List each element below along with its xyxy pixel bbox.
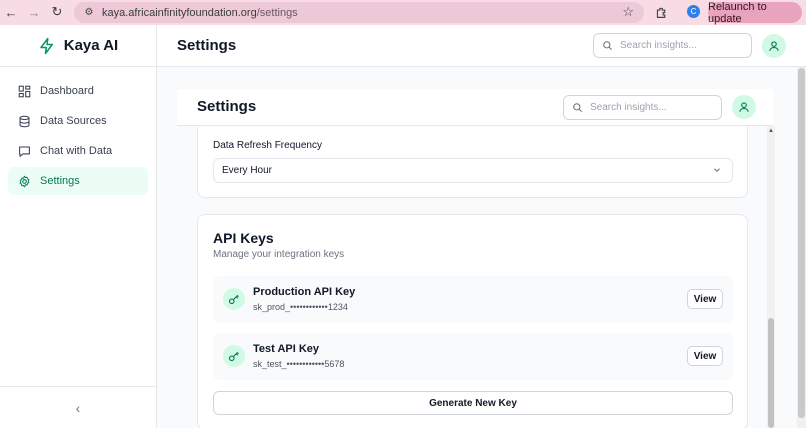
- sidebar-item-label: Dashboard: [40, 85, 94, 97]
- reload-icon[interactable]: ↻: [46, 1, 68, 23]
- inner-search-input[interactable]: Search insights...: [563, 95, 722, 120]
- sidebar-item-dashboard[interactable]: Dashboard: [8, 77, 148, 105]
- view-key-button[interactable]: View: [687, 346, 723, 366]
- bookmark-star-icon[interactable]: ☆: [622, 4, 634, 20]
- key-icon: [223, 345, 245, 367]
- site-info-icon[interactable]: ⚙: [82, 6, 96, 20]
- data-refresh-card: Data Refresh Frequency Every Hour: [197, 127, 748, 198]
- scroll-up-arrow-icon[interactable]: ▲: [768, 128, 774, 134]
- api-key-name: Production API Key: [253, 286, 356, 298]
- extensions-icon[interactable]: [652, 3, 670, 21]
- brand[interactable]: Kaya AI: [0, 25, 156, 67]
- page-scrollbar-thumb[interactable]: [798, 68, 805, 418]
- address-bar[interactable]: ⚙ kaya.africainfinityfoundation.org/sett…: [74, 2, 644, 23]
- data-refresh-value: Every Hour: [222, 165, 273, 176]
- api-key-row-production: Production API Key sk_prod_••••••••••••1…: [213, 276, 733, 323]
- search-placeholder: Search insights...: [590, 102, 667, 113]
- api-key-value: sk_prod_••••••••••••1234: [253, 302, 348, 312]
- inner-page-title: Settings: [197, 98, 257, 115]
- user-icon: [739, 102, 749, 112]
- url-host: kaya.africainfinityfoundation.org: [102, 6, 257, 19]
- sidebar-item-data-sources[interactable]: Data Sources: [8, 107, 148, 135]
- sidebar-item-settings[interactable]: Settings: [8, 167, 148, 195]
- user-icon: [769, 41, 779, 51]
- collapse-sidebar-button[interactable]: ‹: [0, 386, 156, 428]
- api-keys-card: API Keys Manage your integration keys Pr…: [197, 214, 748, 428]
- page-title: Settings: [177, 37, 237, 54]
- inner-scrollbar-thumb[interactable]: [768, 318, 774, 428]
- search-icon: [603, 41, 612, 50]
- api-keys-subtitle: Manage your integration keys: [213, 249, 345, 260]
- key-icon: [223, 288, 245, 310]
- url-path: /settings: [256, 6, 298, 19]
- dashboard-icon: [18, 85, 31, 97]
- chevron-down-icon: [714, 168, 720, 173]
- sidebar-item-label: Chat with Data: [40, 145, 113, 157]
- sidebar-item-chat-with-data[interactable]: Chat with Data: [8, 137, 148, 165]
- api-key-value: sk_test_••••••••••••5678: [253, 359, 345, 369]
- search-icon: [573, 103, 582, 112]
- sidebar-nav: Dashboard Data Sources Chat with Data Se…: [0, 67, 156, 207]
- sidebar-item-label: Data Sources: [40, 115, 107, 127]
- chat-icon: [19, 146, 30, 157]
- user-avatar[interactable]: [762, 34, 786, 58]
- relaunch-button[interactable]: Relaunch to update: [708, 1, 802, 25]
- api-keys-title: API Keys: [213, 230, 274, 246]
- data-refresh-select[interactable]: Every Hour: [213, 158, 733, 183]
- database-icon: [19, 115, 30, 127]
- search-input[interactable]: Search insights...: [593, 33, 752, 58]
- sidebar-item-label: Settings: [40, 175, 80, 187]
- api-key-row-test: Test API Key sk_test_••••••••••••5678 Vi…: [213, 333, 733, 380]
- main-content: Settings Search insights... Data Refresh…: [157, 67, 806, 428]
- view-key-button[interactable]: View: [687, 289, 723, 309]
- back-icon[interactable]: ←: [0, 1, 22, 23]
- search-placeholder: Search insights...: [620, 40, 697, 51]
- lightning-logo-icon: [40, 37, 53, 54]
- browser-toolbar: ← → ↻ ⚙ kaya.africainfinityfoundation.or…: [0, 0, 806, 25]
- brand-name: Kaya AI: [63, 37, 119, 54]
- forward-icon[interactable]: →: [23, 1, 45, 23]
- profile-avatar[interactable]: C: [687, 5, 700, 18]
- inner-user-avatar[interactable]: [732, 95, 756, 119]
- data-refresh-label: Data Refresh Frequency: [213, 140, 322, 151]
- generate-new-key-button[interactable]: Generate New Key: [213, 391, 733, 415]
- gear-icon: [19, 175, 30, 187]
- sidebar: Kaya AI Dashboard Data Sources Chat with…: [0, 25, 157, 428]
- top-header: Settings Search insights...: [157, 25, 806, 67]
- inner-header: Settings Search insights...: [177, 89, 773, 126]
- api-key-name: Test API Key: [253, 343, 320, 355]
- chevron-left-icon: ‹: [75, 399, 81, 416]
